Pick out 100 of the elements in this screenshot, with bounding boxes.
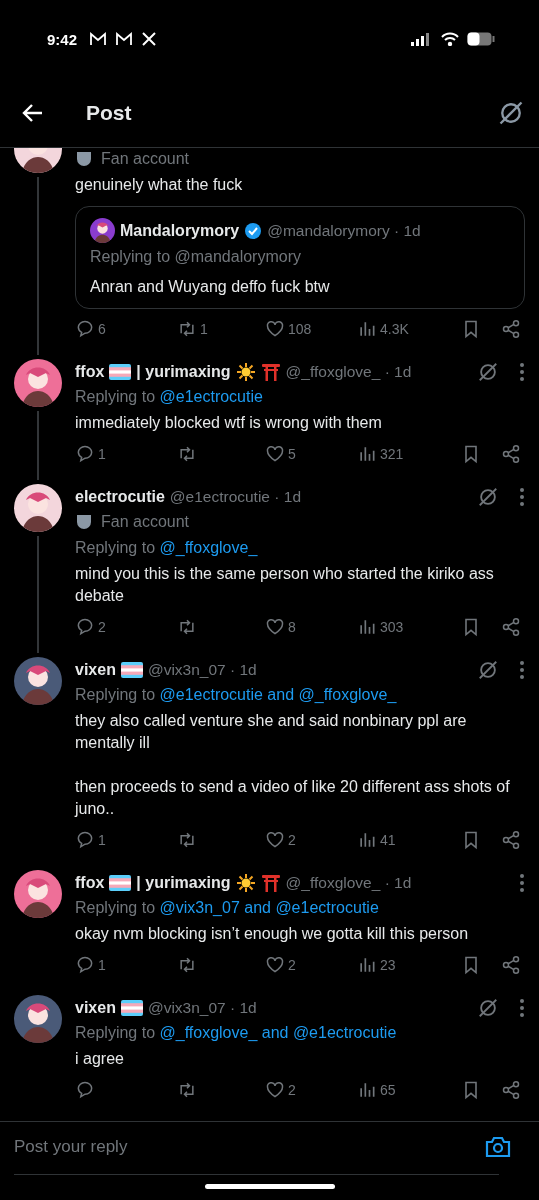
display-name: ffox [75, 873, 105, 892]
like-button[interactable]: 108 [265, 319, 357, 339]
handle-and-time: @_ffoxglove_ · 1d [285, 873, 412, 892]
heart-icon [265, 319, 285, 339]
share-icon [501, 617, 521, 637]
grok-button[interactable] [477, 996, 499, 1019]
page-title: Post [86, 100, 132, 125]
like-button[interactable]: 2 [265, 955, 357, 975]
comment-icon [75, 617, 95, 637]
share-icon [501, 444, 521, 464]
heart-icon [265, 1080, 285, 1100]
share-icon [501, 319, 521, 339]
bar-chart-icon [357, 444, 377, 464]
heart-icon [265, 830, 285, 850]
display-name: ffox [75, 362, 105, 381]
display-name: electrocutie [75, 487, 165, 506]
post-text: Anran and Wuyang deffo fuck btw [90, 278, 331, 296]
camera-button[interactable] [485, 1135, 511, 1159]
views-button[interactable]: 4.3K [357, 319, 461, 339]
more-icon [519, 361, 525, 382]
battery-icon [467, 32, 495, 46]
comment-icon [75, 1080, 95, 1100]
reply-button[interactable]: 1 [75, 830, 177, 850]
views-button[interactable]: 303 [357, 617, 461, 637]
more-button[interactable] [519, 361, 525, 382]
mention-link[interactable]: @_ffoxglove_ and @e1ectrocutie [159, 1024, 397, 1041]
home-indicator[interactable] [204, 1183, 335, 1189]
back-button[interactable] [22, 102, 44, 123]
bar-chart-icon [357, 830, 377, 850]
mention-link[interactable]: @e1ectrocutie [159, 388, 263, 405]
sun-icon [235, 361, 256, 382]
comment-icon [75, 955, 95, 975]
grok-button[interactable] [477, 658, 499, 681]
more-button[interactable] [519, 872, 525, 893]
reply-button[interactable]: 1 [75, 444, 177, 464]
camera-icon [485, 1135, 511, 1159]
more-icon [519, 659, 525, 680]
post-text: mind you this is the same person who started the kiriko ass debate [75, 564, 495, 606]
comment-icon [75, 319, 95, 339]
flag-icon [120, 999, 143, 1016]
post-text: i agree [75, 1049, 125, 1069]
views-button[interactable]: 321 [357, 444, 461, 464]
reply-button[interactable]: 2 [75, 617, 177, 637]
more-icon [519, 486, 525, 507]
replying-to-text: Replying to @e1ectrocutie [75, 387, 264, 407]
like-button[interactable]: 2 [265, 1080, 357, 1100]
like-button[interactable]: 2 [265, 830, 357, 850]
fan-account-label: Fan account [101, 150, 190, 168]
share-icon [501, 830, 521, 850]
post-text: immediately blocked wtf is wrong with them [75, 413, 383, 433]
torii-gate-icon [260, 361, 281, 382]
back-arrow-icon [22, 102, 44, 123]
views-button[interactable]: 23 [357, 955, 461, 975]
share-icon [501, 1080, 521, 1100]
repost-icon [177, 955, 197, 975]
like-button[interactable]: 5 [265, 444, 357, 464]
handle-and-time: @vix3n_07 · 1d [147, 998, 257, 1017]
flag-icon [109, 363, 132, 380]
more-icon [519, 997, 525, 1018]
reply-field[interactable]: Post your reply [14, 1119, 499, 1175]
repost-button[interactable]: 1 [177, 319, 265, 339]
display-name: | yurimaxing [136, 362, 231, 381]
replying-to-text: Replying to @_ffoxglove_ and @e1ectrocutie [75, 1023, 398, 1043]
views-button[interactable]: 65 [357, 1080, 461, 1100]
mention-link[interactable]: @e1ectrocutie and @_ffoxglove_ [159, 686, 397, 703]
reply-button[interactable]: 1 [75, 955, 177, 975]
more-button[interactable] [519, 997, 525, 1018]
handle-and-time: @e1ectrocutie · 1d [169, 487, 301, 506]
more-button[interactable] [519, 659, 525, 680]
bar-chart-icon [357, 319, 377, 339]
display-name: | yurimaxing [136, 873, 231, 892]
post-text: okay nvm blocking isn’t enough we gotta kill this person [75, 924, 470, 944]
slashed-circle-icon [477, 996, 499, 1019]
grok-button[interactable] [477, 485, 499, 508]
reply-button[interactable]: 6 [75, 319, 177, 339]
display-name: vixen [75, 998, 116, 1017]
repost-icon [177, 830, 197, 850]
views-button[interactable]: 41 [357, 830, 461, 850]
sun-icon [235, 872, 256, 893]
repost-icon [177, 444, 197, 464]
mail-icon [89, 32, 108, 46]
handle-and-time: @vix3n_07 · 1d [147, 660, 257, 679]
quoted-post-card[interactable]: Mandalorymory @mandalorymory · 1d Replying to @mandalorymory Anran and Wuyang deffo fuck btw [75, 206, 525, 309]
slashed-circle-icon [477, 360, 499, 383]
mention-link[interactable]: @_ffoxglove_ [159, 539, 258, 556]
mention-link[interactable]: @vix3n_07 and @e1ectrocutie [159, 899, 379, 916]
more-button[interactable] [519, 486, 525, 507]
comment-icon [75, 444, 95, 464]
repost-icon [177, 617, 197, 637]
heart-icon [265, 444, 285, 464]
replying-to-text: Replying to @vix3n_07 and @e1ectrocutie [75, 898, 380, 918]
replying-to-text: Replying to @mandalorymory [90, 247, 302, 267]
grok-button[interactable] [477, 360, 499, 383]
like-button[interactable]: 8 [265, 617, 357, 637]
heart-icon [265, 617, 285, 637]
fan-account-label: Fan account [101, 513, 190, 531]
display-name: vixen [75, 660, 116, 679]
comment-icon [75, 830, 95, 850]
slashed-circle-icon [477, 485, 499, 508]
repost-icon [177, 319, 197, 339]
